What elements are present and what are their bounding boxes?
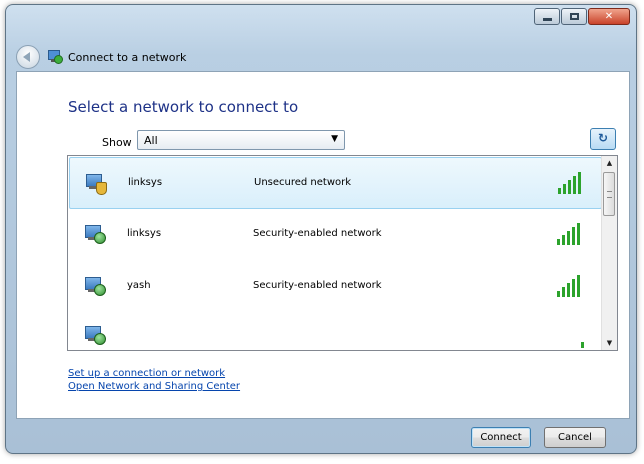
network-name: linksys [127,228,162,239]
page-title: Select a network to connect to [68,98,299,116]
back-button[interactable] [16,45,40,69]
list-item-network[interactable]: linksys Security-enabled network [69,209,602,261]
signal-strength-icon [557,223,585,245]
close-icon: ✕ [604,11,614,22]
network-list-scrollbar[interactable]: ▲ ▼ [601,156,617,350]
network-security: Security-enabled network [253,280,382,291]
network-sharing-center-link[interactable]: Open Network and Sharing Center [68,381,240,392]
scroll-thumb[interactable] [603,172,615,216]
list-item-network[interactable]: yash Security-enabled network [69,261,602,313]
close-button[interactable]: ✕ [588,8,630,25]
signal-strength-icon [557,326,585,348]
signal-strength-icon [557,275,585,297]
network-wizard-icon [46,49,63,65]
window-title: Connect to a network [68,50,187,64]
refresh-icon: ↻ [597,131,609,145]
network-secured-icon [83,223,107,247]
network-secured-icon [83,324,107,348]
maximize-button[interactable] [561,8,587,25]
signal-strength-icon [558,172,586,194]
network-name: linksys [128,177,163,188]
network-unsecured-icon [84,172,108,196]
connect-dialog-window: ✕ Connect to a network Select a network … [5,4,637,454]
maximize-icon [570,13,579,20]
network-security: Unsecured network [254,177,352,188]
show-filter-select[interactable]: All ▼ [137,130,345,150]
cancel-button[interactable]: Cancel [544,427,606,448]
content-area: Select a network to connect to Show All … [16,71,630,419]
connect-button[interactable]: Connect [471,427,531,448]
dialog-footer: Connect Cancel [16,417,628,451]
list-item-partial[interactable] [69,312,602,350]
scroll-down-button[interactable]: ▼ [602,336,617,350]
minimize-icon [543,18,552,21]
minimize-button[interactable] [534,8,560,25]
network-name: yash [127,280,151,291]
show-filter-value: All [144,134,158,147]
network-secured-icon [83,275,107,299]
network-list[interactable]: linksys Unsecured network linksys Security-… [67,155,618,351]
list-item-network[interactable]: linksys Unsecured network [69,157,602,209]
caption-buttons: ✕ [534,8,630,25]
setup-connection-link[interactable]: Set up a connection or network [68,368,225,379]
scroll-up-button[interactable]: ▲ [602,156,617,170]
chevron-down-icon: ▼ [331,134,338,144]
show-label: Show [102,136,132,149]
network-security: Security-enabled network [253,228,382,239]
title-row: Connect to a network [16,45,186,69]
refresh-button[interactable]: ↻ [590,128,616,150]
